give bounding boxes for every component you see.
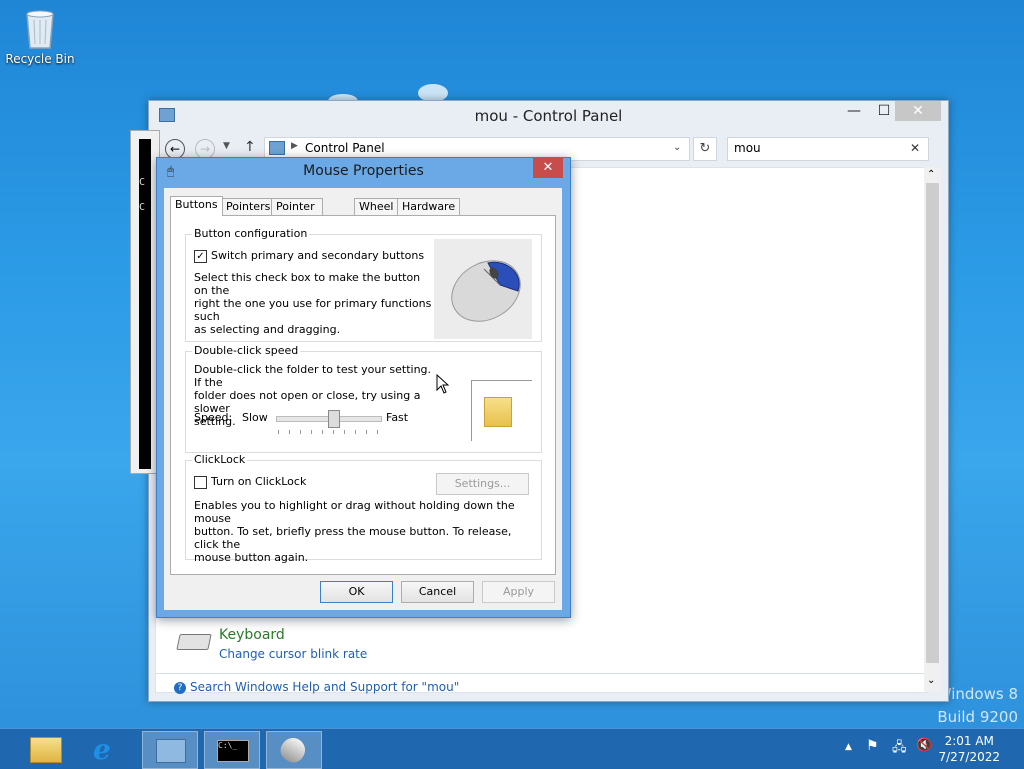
group-heading: Button configuration (192, 227, 310, 240)
dialog-title: Mouse Properties (303, 163, 424, 179)
taskbar-file-explorer[interactable] (18, 731, 72, 767)
desc-line: Select this check box to make the button… (194, 271, 421, 297)
button-config-description: Select this check box to make the button… (194, 271, 434, 336)
back-arrow-icon[interactable]: ← (165, 139, 185, 159)
volume-muted-icon[interactable]: 🔇 (916, 738, 932, 753)
mouse-icon (276, 733, 310, 767)
keyboard-icon (176, 634, 212, 650)
desc-line: Enables you to highlight or drag without… (194, 499, 515, 525)
folder-icon[interactable] (484, 397, 512, 427)
group-heading: ClickLock (192, 453, 248, 466)
trash-can-icon (23, 6, 57, 50)
scroll-down-icon[interactable]: ⌄ (927, 675, 935, 686)
keyboard-heading-link[interactable]: Keyboard (219, 627, 285, 643)
checkbox-unchecked-icon[interactable] (194, 475, 207, 489)
mouse-illustration (434, 239, 532, 339)
watermark-build: Build 9200 (937, 708, 1018, 726)
ok-button[interactable]: OK (320, 581, 393, 603)
desc-line: as selecting and dragging. (194, 323, 341, 336)
search-input[interactable]: mou (734, 141, 761, 155)
dialog-close-button[interactable]: ✕ (533, 158, 563, 178)
button-configuration-group: Button configuration ✓ Switch primary and… (185, 227, 542, 342)
mouse-cursor-icon (436, 374, 450, 394)
show-hidden-icons-icon[interactable]: ▲ (845, 742, 852, 752)
forward-arrow-icon[interactable]: → (195, 139, 215, 159)
scroll-up-icon[interactable]: ⌃ (927, 169, 935, 180)
cancel-button[interactable]: Cancel (401, 581, 474, 603)
vertical-scrollbar[interactable]: ⌃ ⌄ (924, 167, 941, 691)
taskbar-command-prompt[interactable]: C:\_ (204, 731, 260, 769)
checkbox-checked-icon[interactable]: ✓ (194, 249, 207, 263)
minimize-button[interactable]: — (839, 101, 869, 121)
internet-explorer-icon: e (93, 733, 111, 766)
folder-icon (30, 737, 62, 763)
address-dropdown-chevron-icon[interactable]: ⌄ (673, 142, 681, 153)
scrollbar-thumb[interactable] (926, 183, 939, 663)
system-clock[interactable]: 2:01 AM 7/27/2022 (938, 733, 1000, 765)
breadcrumb-separator-icon: ▶ (291, 141, 298, 151)
buttons-tab-panel: Button configuration ✓ Switch primary and… (170, 215, 556, 575)
tab-wheel[interactable]: Wheel (354, 198, 399, 215)
search-box[interactable]: mou ✕ (727, 137, 929, 161)
clicklock-checkbox[interactable]: Turn on ClickLock (194, 475, 306, 489)
taskbar-internet-explorer[interactable]: e (80, 731, 134, 767)
search-help-link[interactable]: Search Windows Help and Support for "mou… (190, 680, 459, 694)
recent-locations-chevron-icon[interactable]: ▼ (223, 141, 230, 151)
apply-button[interactable]: Apply (482, 581, 555, 603)
clicklock-description: Enables you to highlight or drag without… (194, 499, 534, 564)
clear-search-icon[interactable]: ✕ (910, 141, 920, 155)
breadcrumb-control-panel[interactable]: Control Panel (305, 141, 385, 155)
desc-line: right the one you use for primary functi… (194, 297, 432, 323)
taskbar-control-panel[interactable] (142, 731, 198, 769)
speed-slider-thumb[interactable] (328, 410, 341, 428)
switch-buttons-checkbox[interactable]: ✓ Switch primary and secondary buttons (194, 249, 424, 263)
control-panel-icon (269, 141, 285, 155)
tab-pointers[interactable]: Pointers (221, 198, 276, 215)
action-center-flag-icon[interactable]: ⚑ (866, 738, 879, 754)
checkbox-label: Turn on ClickLock (211, 475, 307, 488)
slider-ticks (278, 430, 378, 434)
close-button[interactable]: ✕ (895, 101, 941, 121)
recycle-bin-icon[interactable]: Recycle Bin (4, 6, 76, 66)
desc-line: Double-click the folder to test your set… (194, 363, 432, 389)
clock-date: 7/27/2022 (938, 750, 1000, 764)
refresh-icon[interactable]: ↻ (693, 137, 717, 161)
desc-line: button. To set, briefly press the mouse … (194, 525, 512, 551)
slow-label: Slow (242, 411, 268, 424)
test-folder-area[interactable] (471, 380, 532, 441)
tab-buttons[interactable]: Buttons (170, 196, 223, 216)
desc-line: mouse button again. (194, 551, 309, 564)
taskbar-mouse-properties[interactable] (266, 731, 322, 769)
control-panel-icon (156, 739, 186, 763)
speed-label: Speed: (194, 411, 233, 424)
console-area: C C (139, 139, 151, 469)
fast-label: Fast (386, 411, 409, 424)
tab-pointer-options[interactable]: Pointer Options (271, 198, 324, 229)
window-title: mou - Control Panel (474, 107, 623, 125)
mouse-image-icon (451, 260, 521, 322)
console-text: C (139, 202, 146, 213)
clicklock-settings-button[interactable]: Settings... (436, 473, 529, 495)
tab-hardware[interactable]: Hardware (397, 198, 461, 215)
taskbar: e C:\_ ▲ ⚑ 🖧 🔇 2:01 AM 7/27/2022 (0, 728, 1024, 769)
console-text: C (139, 177, 146, 188)
divider (156, 673, 926, 674)
group-heading: Double-click speed (192, 344, 301, 357)
clock-time: 2:01 AM (944, 734, 994, 748)
recycle-bin-label: Recycle Bin (5, 52, 75, 66)
command-prompt-icon: C:\_ (217, 740, 249, 762)
checkbox-label: Switch primary and secondary buttons (211, 249, 425, 262)
up-arrow-icon[interactable]: ↑ (244, 139, 256, 155)
dialog-client: Buttons Pointers Pointer Options Wheel H… (164, 188, 562, 610)
network-error-icon[interactable]: 🖧 (892, 738, 907, 760)
change-cursor-blink-rate-link[interactable]: Change cursor blink rate (219, 647, 367, 661)
clicklock-group: ClickLock Turn on ClickLock Settings... … (185, 453, 542, 564)
mouse-properties-dialog: 🖱 Mouse Properties ✕ Buttons Pointers Po… (156, 157, 571, 618)
help-icon: ? (174, 682, 186, 694)
double-click-speed-group: Double-click speed Double-click the fold… (185, 344, 542, 453)
control-panel-titlebar[interactable]: mou - Control Panel — ☐ ✕ (149, 101, 948, 129)
